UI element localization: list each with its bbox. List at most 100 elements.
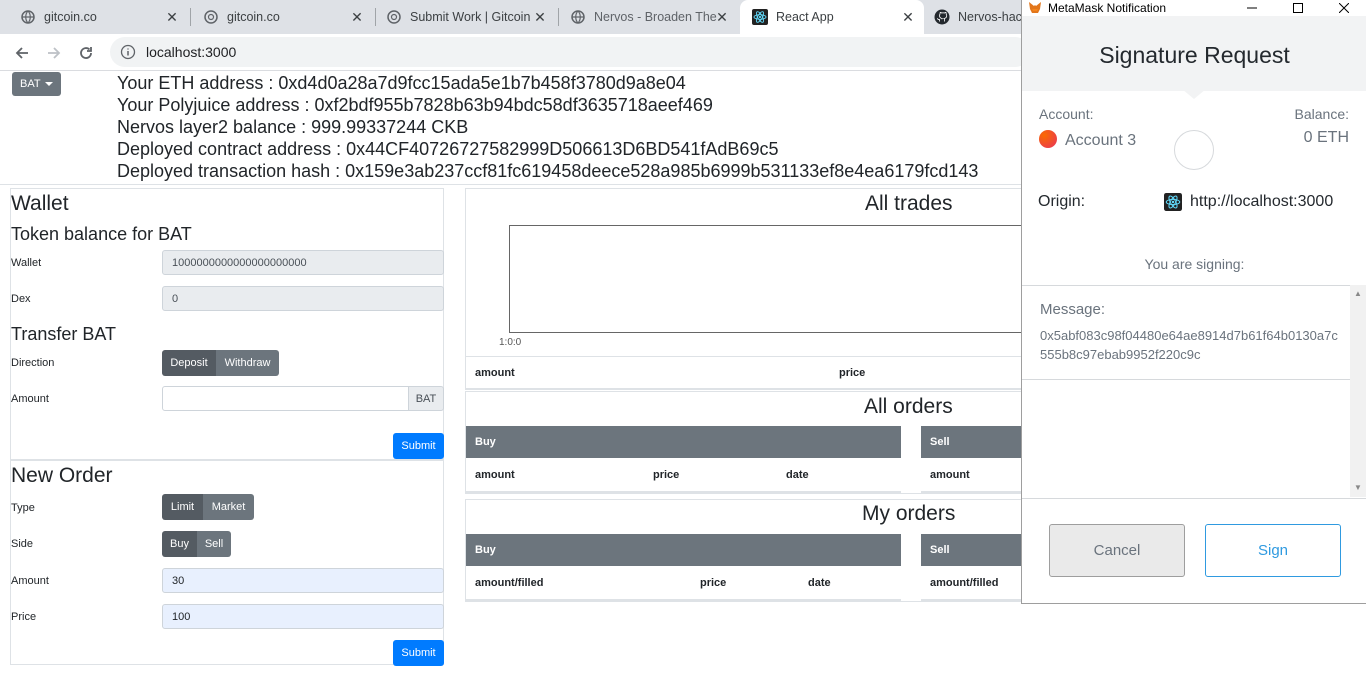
transfer-title: Transfer BAT: [11, 324, 117, 344]
orders-price-header: price: [653, 469, 680, 481]
globe-icon: [570, 9, 586, 25]
buy-button[interactable]: Buy: [162, 531, 197, 557]
transfer-amount-unit: BAT: [408, 386, 444, 411]
message-box: Message: 0x5abf083c98f04480e64ae8914d7b6…: [1022, 285, 1350, 380]
buy-orders-header: Buy: [466, 426, 901, 458]
back-arrow-icon[interactable]: [11, 42, 33, 64]
react-icon: [752, 9, 768, 25]
order-amount-label: Amount: [11, 575, 49, 587]
metamask-notification-window: MetaMask Notification Signature Request …: [1021, 0, 1366, 604]
withdraw-button[interactable]: Withdraw: [216, 350, 279, 376]
direction-label: Direction: [11, 357, 55, 369]
close-icon[interactable]: ✕: [900, 9, 916, 25]
sign-button[interactable]: Sign: [1205, 524, 1341, 577]
close-icon[interactable]: ✕: [164, 9, 180, 25]
tab-nervos-hack[interactable]: Nervos-hac: [924, 0, 1021, 34]
tab-react-app[interactable]: React App ✕: [740, 0, 924, 34]
deposit-button[interactable]: Deposit: [162, 350, 216, 376]
balance-label: Balance:: [1294, 106, 1349, 122]
cancel-button[interactable]: Cancel: [1049, 524, 1185, 577]
divider: [466, 599, 901, 601]
tab-title: Nervos-hac: [958, 10, 1021, 24]
contract-address-text: Deployed contract address : 0x44CF407267…: [117, 139, 779, 159]
forward-arrow-icon[interactable]: [43, 42, 65, 64]
origin-label: Origin:: [1038, 193, 1086, 210]
my-orders-title: My orders: [862, 502, 956, 525]
tab-submit-work[interactable]: Submit Work | Gitcoin ✕: [366, 0, 558, 34]
message-scrollbar[interactable]: ▲ ▼: [1350, 285, 1366, 497]
order-price-label: Price: [11, 611, 37, 623]
chevron-down-icon: [44, 82, 53, 86]
scroll-up-icon[interactable]: ▲: [1354, 289, 1362, 298]
wallet-balance-label: Wallet: [11, 257, 42, 269]
tab-title: React App: [776, 10, 834, 24]
limit-button[interactable]: Limit: [162, 494, 203, 520]
scroll-down-icon[interactable]: ▼: [1354, 483, 1362, 492]
transfer-amount-label: Amount: [11, 393, 49, 405]
tab-gitcoin-1[interactable]: gitcoin.co ✕: [0, 0, 190, 34]
tab-title: gitcoin.co: [227, 10, 280, 24]
account-avatar: [1039, 130, 1057, 148]
dex-balance-field: 0: [162, 286, 444, 311]
my-orders-date-header: date: [808, 577, 831, 589]
all-orders-title: All orders: [864, 395, 953, 418]
tab-gitcoin-2[interactable]: gitcoin.co ✕: [183, 0, 375, 34]
divider: [466, 388, 1026, 390]
order-side-label: Side: [11, 538, 34, 550]
all-trades-title: All trades: [865, 192, 953, 215]
signature-request-title: Signature Request: [1099, 42, 1290, 68]
wallet-title: Wallet: [11, 192, 69, 215]
my-buy-orders-header: Buy: [466, 534, 901, 566]
screen: gitcoin.co ✕ gitcoin.co ✕ Submit Work | …: [0, 0, 1366, 693]
direction-toggle: Deposit Withdraw: [162, 350, 279, 376]
close-icon[interactable]: ✕: [532, 9, 548, 25]
trades-price-header: price: [839, 367, 866, 379]
market-button[interactable]: Market: [203, 494, 254, 520]
trades-amount-header: amount: [475, 367, 515, 379]
my-sell-orders-amount-header: amount/filled: [930, 577, 999, 589]
dex-balance-label: Dex: [11, 293, 31, 305]
sell-button[interactable]: Sell: [197, 531, 231, 557]
order-price-input[interactable]: 100: [162, 604, 444, 629]
tab-nervos[interactable]: Nervos - Broaden The ✕: [550, 0, 740, 34]
tab-title: Nervos - Broaden The: [594, 10, 717, 24]
close-icon[interactable]: ✕: [714, 9, 730, 25]
message-label: Message:: [1040, 301, 1106, 318]
close-icon[interactable]: [1334, 0, 1354, 16]
sell-orders-header: Sell: [921, 426, 1026, 458]
token-dropdown-label: BAT: [20, 78, 41, 90]
token-balance-title: Token balance for BAT: [11, 224, 192, 244]
transfer-amount-input[interactable]: [162, 386, 409, 411]
order-type-toggle: Limit Market: [162, 494, 254, 520]
react-icon: [1164, 193, 1182, 211]
close-icon[interactable]: ✕: [349, 9, 365, 25]
transfer-submit-button[interactable]: Submit: [393, 433, 444, 459]
my-sell-orders-header: Sell: [921, 534, 1026, 566]
account-label: Account:: [1039, 106, 1094, 122]
metamask-fox-icon: [1028, 1, 1042, 15]
minimize-icon[interactable]: [1242, 0, 1262, 16]
account-info-header: BAT Your ETH address : 0xd4d0a28a7d9fcc1…: [0, 71, 1022, 185]
account-identicon: [1174, 130, 1214, 170]
my-orders-amount-header: amount/filled: [475, 577, 544, 589]
maximize-icon[interactable]: [1288, 0, 1308, 16]
orders-date-header: date: [786, 469, 809, 481]
github-icon: [934, 9, 950, 25]
message-value: 0x5abf083c98f04480e64ae8914d7b61f64b0130…: [1040, 328, 1338, 362]
divider: [466, 491, 901, 493]
divider: [921, 599, 1026, 601]
layer2-balance-text: Nervos layer2 balance : 999.99337244 CKB: [117, 117, 469, 137]
reload-icon[interactable]: [75, 42, 97, 64]
token-dropdown[interactable]: BAT: [12, 72, 61, 96]
info-icon[interactable]: [120, 44, 136, 60]
sell-orders-amount-header: amount: [930, 469, 970, 481]
new-order-card: New Order Type Limit Market Side Buy Sel…: [10, 460, 444, 666]
my-orders-card: My orders Buy Sell amount/filled price d…: [465, 499, 1026, 602]
window-titlebar: MetaMask Notification: [1022, 0, 1366, 16]
order-amount-input[interactable]: 30: [162, 568, 444, 593]
order-type-label: Type: [11, 502, 35, 514]
wallet-balance-field: 1000000000000000000000: [162, 250, 444, 275]
trades-chart: [509, 225, 1029, 333]
order-submit-button[interactable]: Submit: [393, 640, 444, 666]
url-field[interactable]: localhost:3000: [110, 37, 1030, 67]
